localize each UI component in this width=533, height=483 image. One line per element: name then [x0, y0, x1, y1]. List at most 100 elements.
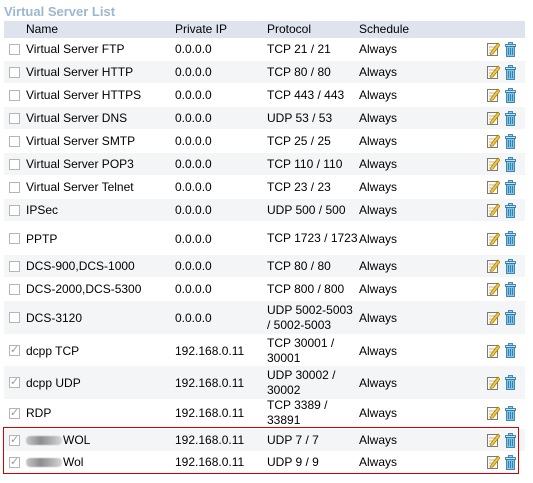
row-name-text: Virtual Server Telnet — [26, 180, 134, 194]
trash-icon[interactable] — [505, 343, 516, 358]
edit-icon[interactable] — [487, 232, 501, 246]
row-enable-checkbox[interactable] — [9, 433, 20, 446]
table-row: Virtual Server Telnet 0.0.0.0 TCP 23 / 23 A… — [4, 176, 525, 198]
trash-icon[interactable] — [505, 455, 516, 470]
edit-icon[interactable] — [487, 203, 501, 217]
row-enable-checkbox[interactable] — [9, 182, 20, 193]
edit-icon[interactable] — [487, 344, 501, 358]
trash-icon[interactable] — [505, 65, 516, 80]
row-enable-checkbox[interactable] — [9, 312, 20, 323]
row-schedule: Always — [359, 153, 429, 175]
row-schedule-text: Always — [359, 433, 398, 447]
row-schedule: Always — [359, 38, 429, 60]
edit-icon[interactable] — [487, 111, 501, 125]
trash-icon[interactable] — [505, 375, 516, 390]
trash-icon[interactable] — [505, 259, 516, 274]
trash-icon[interactable] — [505, 88, 516, 103]
row-schedule-text: Always — [359, 455, 398, 469]
row-private-ip: 0.0.0.0 — [175, 107, 263, 129]
row-name-text: RDP — [26, 406, 52, 420]
edit-icon[interactable] — [487, 42, 501, 56]
row-private-ip: 0.0.0.0 — [175, 153, 263, 175]
row-private-ip: 0.0.0.0 — [175, 61, 263, 83]
row-protocol-text: TCP 110 / 110 — [267, 156, 343, 171]
edit-icon[interactable] — [487, 180, 501, 194]
row-schedule: Always — [359, 278, 429, 300]
row-private-ip-text: 0.0.0.0 — [175, 282, 212, 296]
row-enable-checkbox[interactable] — [9, 44, 20, 55]
row-schedule-text: Always — [359, 375, 398, 390]
row-schedule: Always — [359, 451, 429, 473]
row-schedule-text: Always — [359, 134, 398, 148]
row-schedule-text: Always — [359, 65, 398, 79]
row-schedule: Always — [359, 429, 429, 451]
edit-icon[interactable] — [487, 157, 501, 171]
row-protocol-text: TCP 443 / 443 — [267, 87, 345, 102]
edit-icon[interactable] — [487, 65, 501, 79]
table-row: dcpp UDP 192.168.0.11 UDP 30002 / 30002 Alw… — [4, 366, 525, 399]
edit-icon[interactable] — [487, 406, 501, 420]
row-schedule: Always — [359, 107, 429, 129]
row-enable-checkbox[interactable] — [9, 343, 20, 356]
row-enable-checkbox[interactable] — [9, 67, 20, 78]
trash-icon[interactable] — [505, 310, 516, 325]
edit-icon[interactable] — [487, 259, 501, 273]
trash-icon[interactable] — [505, 42, 516, 57]
row-private-ip-text: 0.0.0.0 — [175, 259, 212, 273]
table-row: Virtual Server FTP 0.0.0.0 TCP 21 / 21 Alwa… — [4, 38, 525, 60]
edit-icon[interactable] — [487, 455, 501, 469]
row-enable-checkbox[interactable] — [9, 159, 20, 170]
edit-icon[interactable] — [487, 376, 501, 390]
trash-icon[interactable] — [505, 433, 516, 448]
row-private-ip: 192.168.0.11 — [175, 366, 263, 399]
trash-icon[interactable] — [505, 231, 516, 246]
trash-icon[interactable] — [505, 406, 516, 421]
trash-icon[interactable] — [505, 111, 516, 126]
row-private-ip: 192.168.0.11 — [175, 397, 263, 429]
trash-icon[interactable] — [505, 282, 516, 297]
row-enable-checkbox[interactable] — [9, 233, 20, 244]
edit-icon[interactable] — [487, 88, 501, 102]
row-name: Wol — [26, 451, 171, 473]
trash-icon[interactable] — [505, 157, 516, 172]
row-enable-checkbox[interactable] — [9, 136, 20, 147]
row-name: Virtual Server DNS — [26, 107, 171, 129]
trash-icon[interactable] — [505, 180, 516, 195]
table-header: Name Private IP Protocol Schedule — [4, 21, 525, 38]
row-protocol-text: TCP 3389 / 33891 — [267, 398, 328, 427]
row-schedule-text: Always — [359, 157, 398, 171]
row-private-ip: 0.0.0.0 — [175, 222, 263, 255]
row-enable-checkbox[interactable] — [9, 455, 20, 468]
row-enable-checkbox[interactable] — [9, 375, 20, 388]
row-enable-checkbox[interactable] — [9, 284, 20, 295]
row-enable-checkbox[interactable] — [9, 205, 20, 216]
row-schedule: Always — [359, 366, 429, 399]
row-schedule: Always — [359, 334, 429, 367]
edit-icon[interactable] — [487, 134, 501, 148]
row-enable-checkbox[interactable] — [9, 261, 20, 272]
row-name: dcpp UDP — [26, 366, 171, 399]
edit-icon[interactable] — [487, 433, 501, 447]
row-enable-checkbox[interactable] — [9, 406, 20, 419]
row-enable-checkbox[interactable] — [9, 113, 20, 124]
row-name: RDP — [26, 397, 171, 429]
row-protocol: UDP 7 / 7 — [267, 429, 359, 451]
row-enable-checkbox[interactable] — [9, 90, 20, 101]
trash-icon[interactable] — [505, 134, 516, 149]
trash-icon[interactable] — [505, 203, 516, 218]
row-private-ip: 0.0.0.0 — [175, 176, 263, 198]
row-protocol-text: TCP 23 / 23 — [267, 179, 331, 194]
row-protocol: TCP 800 / 800 — [267, 278, 359, 300]
edit-icon[interactable] — [487, 311, 501, 325]
row-protocol: UDP 30002 / 30002 — [267, 366, 359, 399]
redacted-text — [26, 457, 62, 467]
row-protocol: TCP 25 / 25 — [267, 130, 359, 152]
edit-icon[interactable] — [487, 282, 501, 296]
header-schedule: Schedule — [359, 22, 410, 36]
row-protocol-text: TCP 80 / 80 — [267, 258, 331, 273]
row-schedule-text: Always — [359, 310, 398, 325]
row-protocol-text: TCP 25 / 25 — [267, 133, 331, 148]
table-row: WOL 192.168.0.11 UDP 7 / 7 Always — [4, 429, 525, 451]
row-name: Virtual Server POP3 — [26, 153, 171, 175]
row-protocol: TCP 80 / 80 — [267, 61, 359, 83]
